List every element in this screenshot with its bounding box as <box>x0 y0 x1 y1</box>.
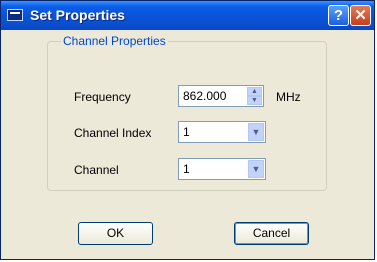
arrow-up-icon[interactable]: ▲ <box>247 87 262 96</box>
help-icon: ? <box>333 7 344 24</box>
close-icon: ✕ <box>354 7 367 24</box>
channel-index-dropdown[interactable]: 1 ▼ <box>178 121 266 143</box>
channel-value: 1 <box>183 162 190 176</box>
channel-label: Channel <box>74 163 119 177</box>
frequency-unit: MHz <box>276 90 301 104</box>
chevron-down-icon[interactable]: ▼ <box>248 160 264 178</box>
frequency-value[interactable]: 862.000 <box>183 89 226 103</box>
channel-index-label: Channel Index <box>74 126 152 140</box>
frequency-spinbox[interactable]: 862.000 ▲ ▼ <box>178 85 264 107</box>
help-button[interactable]: ? <box>328 5 349 26</box>
cancel-button[interactable]: Cancel <box>234 222 309 245</box>
group-title: Channel Properties <box>61 34 168 48</box>
window-title: Set Properties <box>30 7 125 23</box>
chevron-down-icon[interactable]: ▼ <box>248 123 264 141</box>
arrow-down-icon[interactable]: ▼ <box>247 96 262 105</box>
close-button[interactable]: ✕ <box>350 5 371 26</box>
channel-index-value: 1 <box>183 125 190 139</box>
set-properties-dialog: Set Properties ? ✕ Channel Properties Fr… <box>0 0 375 260</box>
channel-dropdown[interactable]: 1 ▼ <box>178 158 266 180</box>
spin-buttons: ▲ ▼ <box>247 87 262 105</box>
title-bar[interactable]: Set Properties ? ✕ <box>1 1 374 30</box>
ok-button[interactable]: OK <box>78 222 153 245</box>
frequency-label: Frequency <box>74 90 131 104</box>
dialog-icon <box>7 9 23 21</box>
